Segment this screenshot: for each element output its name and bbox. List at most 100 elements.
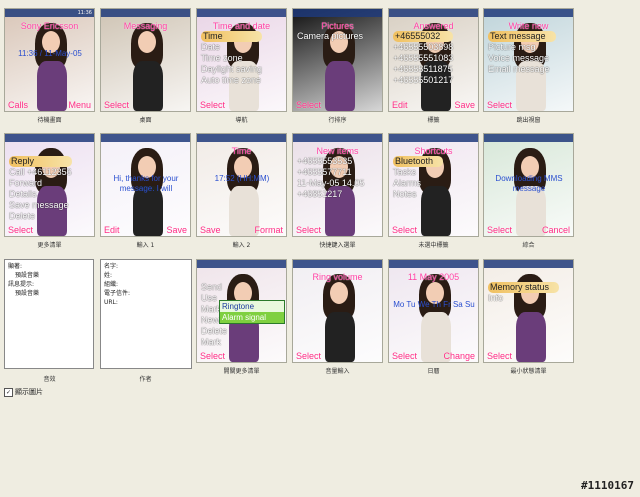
theme-screen-preview[interactable]: Memory status Info Select <box>483 259 574 363</box>
menu-item[interactable]: Voice message <box>488 53 556 64</box>
left-softkey[interactable]: Select <box>296 100 321 110</box>
menu-list: +4655553535 +4655577711 11-May-05 14.05 +46… <box>297 156 364 200</box>
menu-item[interactable]: Forward <box>9 178 72 189</box>
menu-item[interactable]: +46555511875 <box>393 64 453 75</box>
theme-screen-preview[interactable]: Downloading MMS message Select Cancel <box>483 133 574 237</box>
watermark: #1110167 <box>581 479 634 492</box>
menu-item[interactable]: Tasks <box>393 167 443 178</box>
menu-item[interactable]: Info <box>488 293 559 304</box>
status-bar <box>293 260 382 268</box>
show-picture-checkbox[interactable]: ✓ 顯示圖片 <box>4 387 43 397</box>
menu-item[interactable]: Daylight saving <box>201 64 262 75</box>
right-softkey[interactable]: Save <box>454 100 475 110</box>
theme-screen-preview[interactable]: Time and date Time Date Time zone Daylight s… <box>196 8 287 112</box>
status-bar <box>293 134 382 142</box>
screen-text: 11:36 / 11-May-05 <box>18 49 82 58</box>
menu-item[interactable]: +46851217 <box>297 189 364 200</box>
menu-item[interactable]: Camera pictures <box>297 31 363 42</box>
screen-caption: 更多清單 <box>37 242 62 249</box>
left-softkey[interactable]: Select <box>487 100 512 110</box>
left-softkey[interactable]: Select <box>487 351 512 361</box>
screen-title: New items <box>316 146 359 156</box>
theme-screen-preview[interactable]: Messaging Select <box>100 8 191 112</box>
status-bar <box>484 9 573 17</box>
theme-screen-preview[interactable]: Send Use Mark New Delete Mark Ringtone Alarm si… <box>196 259 287 363</box>
menu-item[interactable]: Bluetooth <box>393 156 444 167</box>
left-softkey[interactable]: Save <box>200 225 221 235</box>
left-softkey[interactable]: Select <box>296 351 321 361</box>
theme-screen-preview[interactable]: 11:36 Sony Ericsson 11:36 / 11-May-05 Calls… <box>4 8 95 112</box>
menu-item[interactable]: Text message <box>488 31 556 42</box>
menu-item[interactable]: Auto time zone <box>201 75 262 86</box>
menu-item[interactable]: Memory status <box>488 282 560 293</box>
left-softkey[interactable]: Select <box>392 225 417 235</box>
status-bar <box>389 134 478 142</box>
theme-screen-preview[interactable]: Hi, thanks for your message. I will Edit S… <box>100 133 191 237</box>
left-softkey[interactable]: Select <box>392 351 417 361</box>
screen-title: Answered <box>413 21 454 31</box>
right-softkey[interactable]: Change <box>443 351 475 361</box>
menu-item[interactable]: Mark <box>201 337 227 348</box>
theme-screen-preview[interactable]: Time 17:52 (HH:MM) Save Format <box>196 133 287 237</box>
theme-screen-preview[interactable]: Pictures Camera pictures Select <box>292 8 383 112</box>
menu-item[interactable]: Time <box>201 31 263 42</box>
panel-caption: 作者 <box>139 376 152 383</box>
submenu-item[interactable]: Alarm signal <box>220 312 284 323</box>
left-softkey[interactable]: Select <box>104 100 129 110</box>
menu-item[interactable]: Alarms <box>393 178 443 189</box>
menu-item[interactable]: Delete <box>9 211 72 222</box>
left-softkey[interactable]: Calls <box>8 100 28 110</box>
menu-item[interactable]: +4655577711 <box>297 167 364 178</box>
figure-body <box>133 61 163 111</box>
theme-screen-preview[interactable]: New items +4655553535 +4655577711 11-May-05… <box>292 133 383 237</box>
left-softkey[interactable]: Select <box>487 225 512 235</box>
submenu-item[interactable]: Ringtone <box>220 301 284 312</box>
theme-screen-preview[interactable]: Shortcuts Bluetooth Tasks Alarms Notes Select <box>388 133 479 237</box>
left-softkey[interactable]: Select <box>296 225 321 235</box>
menu-item[interactable]: Email message <box>488 64 556 75</box>
theme-screen-preview[interactable]: Ring volume Select <box>292 259 383 363</box>
menu-item[interactable]: Call +46112356 <box>9 167 72 178</box>
left-softkey[interactable]: Edit <box>104 225 120 235</box>
right-softkey[interactable]: Cancel <box>542 225 570 235</box>
menu-item[interactable]: 11-May-05 14.05 <box>297 178 364 189</box>
menu-item[interactable]: Notes <box>393 189 443 200</box>
left-softkey[interactable]: Select <box>200 351 225 361</box>
menu-item[interactable]: Details <box>9 189 72 200</box>
menu-item[interactable]: Reply <box>9 156 72 167</box>
menu-item[interactable]: +46555032 <box>393 31 454 42</box>
menu-item[interactable]: +46555501217 <box>393 75 453 86</box>
menu-item[interactable]: Date <box>201 42 262 53</box>
submenu-popup: Ringtone Alarm signal <box>219 300 285 324</box>
left-softkey[interactable]: Select <box>200 100 225 110</box>
screen-text: 17:52 (HH:MM) <box>214 174 270 183</box>
menu-item[interactable]: +46555503898 <box>393 42 453 53</box>
menu-item[interactable]: +4655553535 <box>297 156 364 167</box>
right-softkey[interactable]: Menu <box>68 100 91 110</box>
author-org-label: 組織: <box>104 281 119 288</box>
theme-screen-preview[interactable]: Write new Text message Picture msg Voice me… <box>483 8 574 112</box>
author-email-label: 電子信件: <box>104 290 131 297</box>
theme-screen-preview[interactable]: Answered +46555032 +46555503898 +4655555108… <box>388 8 479 112</box>
screen-title: Shortcuts <box>414 146 453 156</box>
status-bar <box>389 9 478 17</box>
menu-item[interactable]: Delete <box>201 326 227 337</box>
status-clock: 11:36 <box>77 10 92 16</box>
menu-list: Memory status Info <box>488 282 560 304</box>
theme-screen-preview[interactable]: 11 May 2005 Mo Tu We Th Fr Sa Su Select Cha… <box>388 259 479 363</box>
checkbox-box[interactable]: ✓ <box>4 387 13 397</box>
status-bar <box>389 260 478 268</box>
menu-item[interactable]: Send <box>201 282 227 293</box>
menu-item[interactable]: +46555551083 <box>393 53 453 64</box>
figure-face <box>138 31 156 53</box>
right-softkey[interactable]: Save <box>166 225 187 235</box>
left-softkey[interactable]: Select <box>8 225 33 235</box>
menu-item[interactable]: Time zone <box>201 53 262 64</box>
left-softkey[interactable]: Edit <box>392 100 408 110</box>
theme-screen-preview[interactable]: Reply Call +46112356 Forward Details Save me… <box>4 133 95 237</box>
right-softkey[interactable]: Format <box>254 225 283 235</box>
menu-item[interactable]: Picture msg <box>488 42 556 53</box>
menu-item[interactable]: Save message <box>9 200 72 211</box>
status-bar <box>101 9 190 17</box>
screen-title: Ring volume <box>312 272 363 282</box>
